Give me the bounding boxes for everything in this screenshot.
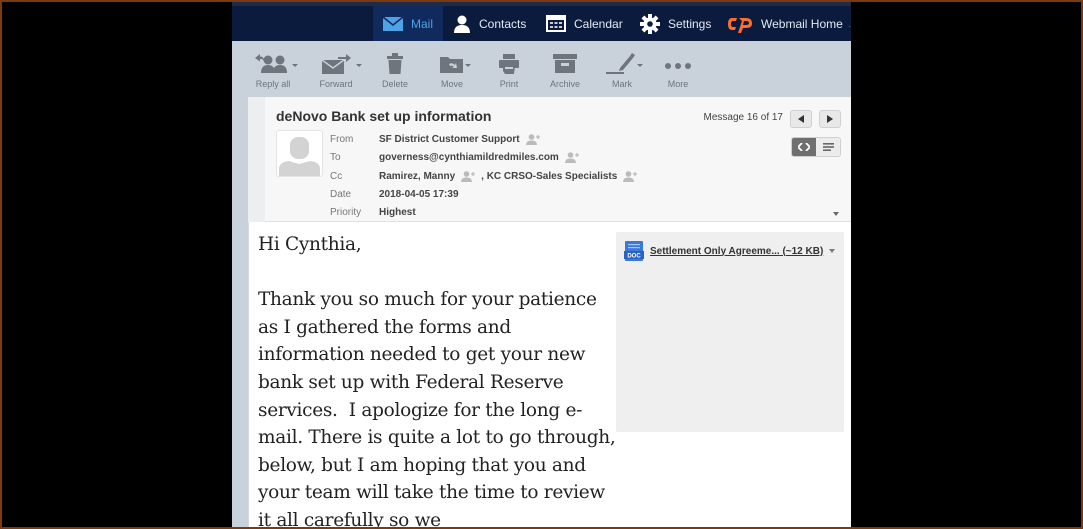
attachment-size: (~12 KB) (782, 245, 824, 257)
nav-settings[interactable]: Settings (640, 6, 711, 41)
attachments-pane: DOC Settlement Only Agreeme... (~12 KB) (616, 232, 844, 432)
message-subject: deNovo Bank set up information (276, 108, 492, 124)
person-placeholder-icon (279, 137, 320, 176)
reply-all-button[interactable]: Reply all (243, 53, 303, 89)
view-mode-toggle (791, 137, 841, 157)
reply-all-icon (253, 53, 293, 80)
cc-value-1[interactable]: Ramirez, Manny (379, 171, 455, 182)
highlighter-icon (606, 52, 638, 80)
doc-badge-text: DOC (627, 254, 641, 260)
header-from-row: From SF District Customer Support (330, 132, 546, 146)
add-contact-icon[interactable] (564, 151, 581, 163)
header-left-gutter (248, 97, 265, 222)
contacts-icon (453, 15, 471, 33)
attachment-item[interactable]: DOC Settlement Only Agreeme... (~12 KB) (624, 241, 836, 261)
text-lines-icon (822, 143, 834, 151)
message-toolbar: Reply all Forward Delete Move Print Arch… (232, 41, 851, 97)
nav-mail[interactable]: Mail (373, 6, 444, 41)
nav-overflow-dot: · (848, 22, 851, 31)
add-contact-icon[interactable] (525, 133, 542, 145)
header-priority-row: Priority Highest (330, 205, 416, 219)
nav-webmail-home-label: Webmail Home (761, 16, 843, 31)
header-cc-row: Cc Ramirez, Manny , KC CRSO-Sales Specia… (330, 169, 643, 183)
archive-button[interactable]: Archive (535, 53, 595, 89)
header-date-row: Date 2018-04-05 17:39 (330, 187, 459, 201)
move-label: Move (440, 79, 463, 89)
printer-icon (498, 53, 520, 80)
message-header: deNovo Bank set up information From SF D… (265, 97, 851, 222)
print-label: Print (499, 79, 519, 89)
add-contact-icon[interactable] (461, 170, 477, 182)
message-body-text: Hi Cynthia, Thank you so much for your p… (258, 234, 616, 527)
cpanel-logo-icon (727, 15, 753, 33)
plain-text-view-button[interactable] (816, 138, 840, 156)
forward-button[interactable]: Forward (306, 53, 366, 89)
move-button[interactable]: Move (422, 54, 482, 89)
webmail-app: Mail Contacts Calendar Settings Webmail … (232, 2, 851, 527)
to-value[interactable]: governess@cynthiamildredmiles.com (379, 152, 559, 163)
delete-label: Delete (381, 79, 408, 89)
html-view-button[interactable] (792, 138, 816, 156)
more-dots-icon (664, 57, 692, 75)
nav-calendar[interactable]: Calendar (546, 6, 623, 41)
add-contact-icon[interactable] (623, 170, 639, 182)
attachment-name[interactable]: Settlement Only Agreeme... (~12 KB) (650, 246, 823, 257)
from-value[interactable]: SF District Customer Support (379, 134, 520, 145)
gear-icon (640, 13, 660, 34)
nav-contacts-label: Contacts (479, 16, 527, 31)
nav-webmail-home[interactable]: Webmail Home (727, 6, 843, 41)
message-counter: Message 16 of 17 (703, 112, 784, 123)
sender-avatar (276, 130, 323, 177)
nav-contacts[interactable]: Contacts (453, 6, 526, 41)
priority-value: Highest (379, 206, 416, 218)
print-button[interactable]: Print (479, 53, 539, 89)
date-value: 2018-04-05 17:39 (379, 188, 459, 200)
message-list-edge[interactable] (232, 97, 249, 527)
message-body: Hi Cynthia, Thank you so much for your p… (248, 222, 851, 527)
forward-dropdown-caret[interactable] (356, 64, 362, 67)
doc-file-icon: DOC (624, 241, 644, 261)
mark-button[interactable]: Mark (592, 52, 652, 89)
code-brackets-icon (798, 143, 810, 151)
forward-icon (320, 53, 352, 80)
archive-label: Archive (549, 79, 580, 89)
to-label: To (330, 151, 341, 163)
nav-settings-label: Settings (668, 16, 712, 31)
archive-box-icon (553, 53, 577, 79)
forward-label: Forward (319, 79, 353, 89)
mail-icon (383, 16, 403, 31)
more-label: More (667, 79, 689, 89)
attachment-menu-caret[interactable] (829, 249, 836, 253)
top-navigation: Mail Contacts Calendar Settings Webmail … (232, 2, 851, 41)
nav-calendar-label: Calendar (574, 16, 623, 31)
folder-move-icon (439, 54, 465, 79)
priority-label: Priority (330, 206, 362, 218)
arrow-left-icon (798, 115, 804, 123)
delete-button[interactable]: Delete (365, 52, 425, 89)
expand-headers-caret[interactable] (833, 212, 839, 216)
mark-dropdown-caret[interactable] (637, 64, 643, 67)
trash-icon (386, 52, 404, 80)
header-to-row: To governess@cynthiamildredmiles.com (330, 150, 585, 164)
attachment-filename[interactable]: Settlement Only Agreeme... (650, 246, 780, 257)
next-message-button[interactable] (819, 110, 841, 128)
reply-all-dropdown-caret[interactable] (292, 64, 298, 67)
move-dropdown-caret[interactable] (465, 64, 471, 67)
reply-all-label: Reply all (255, 79, 291, 89)
mark-label: Mark (612, 79, 632, 89)
cc-value-2[interactable]: , KC CRSO-Sales Specialists (481, 171, 617, 182)
date-label: Date (330, 188, 352, 200)
previous-message-button[interactable] (790, 110, 812, 128)
from-label: From (330, 133, 354, 145)
cc-label: Cc (330, 170, 343, 182)
nav-mail-label: Mail (411, 16, 434, 31)
arrow-right-icon (827, 115, 833, 123)
calendar-icon (546, 15, 566, 32)
more-button[interactable]: More (648, 54, 708, 89)
